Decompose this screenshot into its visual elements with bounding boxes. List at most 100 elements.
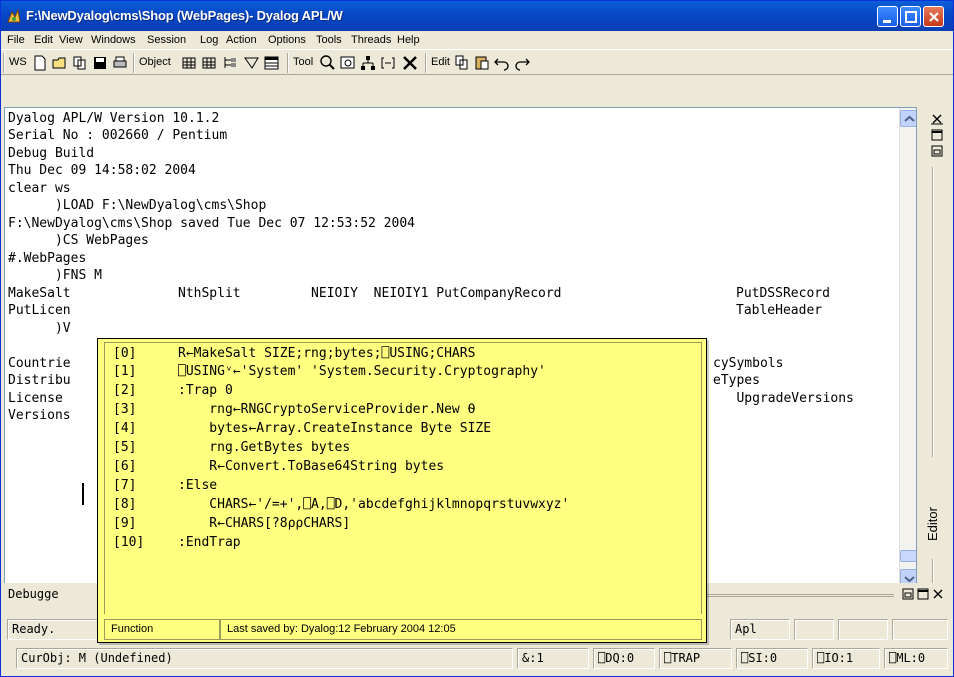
session-line: )CS WebPages [8, 233, 149, 248]
scroll-up-button[interactable] [900, 110, 916, 127]
filter-icon[interactable] [243, 54, 261, 72]
session-line-hidden: NthSplit NEIOIY NEIOIY1 PutCompanyRecord [178, 286, 562, 301]
menu-log[interactable]: Log [200, 34, 218, 46]
close-icon [929, 12, 939, 22]
menu-tools[interactable]: Tools [316, 34, 342, 46]
session-line: Debug Build [8, 146, 95, 161]
redo-icon[interactable] [513, 54, 531, 72]
open-folder-icon[interactable] [51, 54, 69, 72]
menu-options[interactable]: Options [268, 34, 306, 46]
status-keyboard: Apl [730, 619, 790, 640]
session-line: Dyalog APL/W Version 10.1.2 [8, 111, 220, 126]
line-number: [2] [113, 383, 137, 398]
new-ws-icon[interactable] [31, 54, 49, 72]
object-label: Object [139, 56, 171, 68]
session-line: PutLicen [8, 303, 71, 318]
status-thread: &:1 [517, 648, 589, 669]
code-line: R←Convert.ToBase64String bytes [178, 459, 445, 474]
bracket-icon[interactable] [379, 54, 397, 72]
ws-label: WS [9, 56, 27, 68]
session-line: clear ws [8, 181, 71, 196]
menu-threads[interactable]: Threads [351, 34, 391, 46]
session-line: F:\NewDyalog\cms\Shop saved Tue Dec 07 1… [8, 216, 415, 231]
tooltip-status: Function Last saved by: Dyalog:12 Februa… [104, 619, 702, 640]
session-line: )FNS M [8, 268, 102, 283]
code-line: :Trap 0 [178, 383, 233, 398]
code-line: :EndTrap [178, 535, 241, 550]
menu-session[interactable]: Session [147, 34, 186, 46]
session-line: #.WebPages [8, 251, 87, 266]
scroll-thumb[interactable] [900, 550, 916, 562]
line-number: [5] [113, 440, 137, 455]
code-line: rng.GetBytes bytes [178, 440, 351, 455]
toolbar-separator [425, 53, 427, 73]
code-line: :Else [178, 478, 218, 493]
session-line: License [8, 391, 63, 406]
code-line: bytes←Array.CreateInstance Byte SIZE [178, 421, 492, 436]
session-line: Distribu [8, 373, 71, 388]
menu-file[interactable]: File [7, 34, 25, 46]
dock-grip [932, 167, 933, 457]
session-line: PutDSSRecord [736, 286, 830, 301]
dock-close-icon[interactable] [931, 113, 943, 125]
line-number: [10] [113, 535, 145, 550]
line-number: [8] [113, 497, 137, 512]
print-icon[interactable] [111, 54, 129, 72]
debugger-label: Debugge [8, 587, 59, 601]
debugger-float-icon[interactable] [902, 588, 914, 600]
tooltip-saved-info: Last saved by: Dyalog:12 February 2004 1… [220, 619, 702, 640]
session-line: MakeSalt [8, 286, 71, 301]
line-number: [1] [113, 364, 137, 379]
menu-bar: File Edit View Windows Session Log Actio… [1, 31, 953, 49]
maximize-icon [905, 11, 917, 23]
save-icon[interactable] [91, 54, 109, 72]
menu-edit[interactable]: Edit [34, 34, 53, 46]
line-number: [6] [113, 459, 137, 474]
code-line: R←MakeSalt SIZE;rng;bytes;⎕USING;CHARS [178, 346, 476, 361]
close-button[interactable] [923, 6, 944, 27]
menu-action[interactable]: Action [226, 34, 257, 46]
copy-ws-icon[interactable] [71, 54, 89, 72]
undo-icon[interactable] [493, 54, 511, 72]
dyalog-app-icon [7, 8, 21, 23]
copy-icon[interactable] [453, 54, 471, 72]
dock-float-icon[interactable] [931, 145, 943, 157]
object-tree-icon[interactable] [221, 54, 239, 72]
network-icon[interactable] [359, 54, 377, 72]
table-icon[interactable] [263, 54, 281, 72]
menu-help[interactable]: Help [397, 34, 420, 46]
title-bar[interactable]: F:\NewDyalog\cms\Shop (WebPages)- Dyalog… [1, 1, 953, 31]
edit-label: Edit [431, 56, 450, 68]
status-empty [838, 619, 888, 640]
text-cursor [82, 483, 84, 505]
session-vertical-scrollbar[interactable] [899, 108, 916, 589]
menu-view[interactable]: View [59, 34, 83, 46]
session-line: )V [8, 321, 71, 336]
session-line: Countrie [8, 356, 71, 371]
paste-icon[interactable] [473, 54, 491, 72]
code-line: CHARS←'/=+',⎕A,⎕D,'abcdefghijklmnopqrstu… [178, 497, 570, 512]
object-grid2-icon[interactable] [201, 54, 219, 72]
line-number: [4] [113, 421, 137, 436]
minimize-button[interactable] [877, 6, 898, 27]
session-line: cySymbols [713, 356, 784, 371]
menu-windows[interactable]: Windows [91, 34, 136, 46]
object-grid-icon[interactable] [181, 54, 199, 72]
debugger-grip [704, 594, 894, 597]
explorer-icon[interactable] [339, 54, 357, 72]
status-empty [892, 619, 948, 640]
minimize-icon [883, 20, 891, 23]
line-number: [7] [113, 478, 137, 493]
status-si: ⎕SI:0 [736, 648, 808, 669]
session-line: )LOAD F:\NewDyalog\cms\Shop [8, 198, 267, 213]
search-icon[interactable] [319, 54, 337, 72]
dock-restore-icon[interactable] [931, 129, 943, 141]
toolbar-separator [133, 53, 135, 73]
clear-icon[interactable] [401, 54, 419, 72]
debugger-restore-icon[interactable] [917, 588, 929, 600]
editor-tab-label[interactable]: Editor [925, 507, 940, 541]
chevron-up-icon [904, 115, 915, 122]
status-trap: ⎕TRAP [659, 648, 732, 669]
debugger-close-icon[interactable] [932, 588, 944, 600]
maximize-button[interactable] [900, 6, 921, 27]
